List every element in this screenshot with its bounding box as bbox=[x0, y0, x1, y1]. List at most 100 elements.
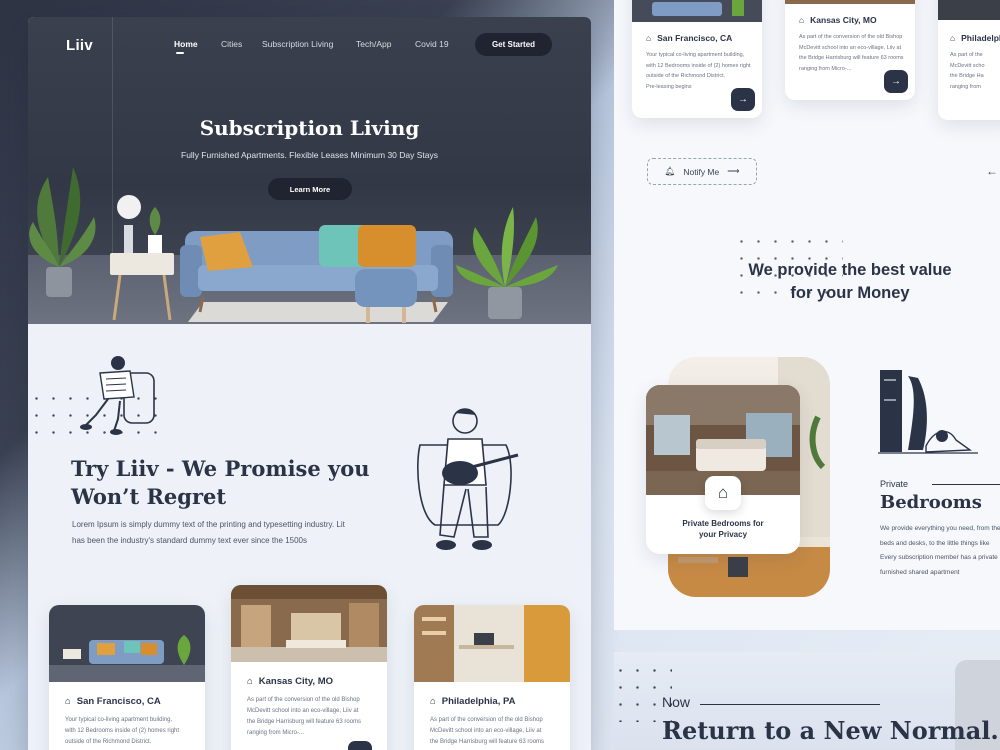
nav-subscription-living[interactable]: Subscription Living bbox=[262, 39, 333, 49]
card-city-label: ⌂ Philadelph bbox=[950, 33, 1000, 43]
promise-title-line1: Try Liiv - We Promise you bbox=[71, 456, 370, 481]
home-icon: ⌂ bbox=[799, 15, 805, 25]
city-card-san-francisco[interactable]: ⌂ San Francisco, CA Your typical co-livi… bbox=[632, 0, 762, 118]
brand-logo[interactable]: Liiv bbox=[66, 37, 93, 54]
card-description-line: McDevitt school into an eco-village, Lii… bbox=[430, 728, 542, 734]
nav-cities[interactable]: Cities bbox=[221, 39, 242, 49]
bedrooms-description-line: Every subscription member has a private bbox=[880, 554, 998, 561]
privacy-caption: Private Bedrooms for your Privacy bbox=[646, 518, 800, 540]
guitar-man-illustration bbox=[417, 408, 519, 550]
card-city-name: Kansas City, MO bbox=[258, 676, 334, 687]
landing-page-left: Liiv Home Cities Subscription Living Tec… bbox=[28, 17, 591, 750]
card-image-study-room bbox=[414, 605, 570, 682]
dot-pattern bbox=[612, 662, 672, 722]
get-started-button[interactable]: Get Started bbox=[475, 33, 552, 56]
card-city-name: San Francisco, CA bbox=[657, 33, 733, 43]
hero-title: Subscription Living bbox=[199, 116, 420, 140]
home-icon: ⌂ bbox=[65, 696, 71, 707]
card-description-line: As part of the bbox=[950, 52, 983, 58]
nav-active-indicator bbox=[176, 52, 184, 54]
new-normal-title: Return to a New Normal. bbox=[662, 716, 999, 745]
bedrooms-description-line: beds and desks, to the little things lik… bbox=[880, 539, 990, 547]
card-description-line: the Bridge Harrisburg will feature 63 ro… bbox=[247, 719, 362, 725]
city-card-philadelphia[interactable]: ⌂ Philadelphia, PA As part of the conver… bbox=[414, 605, 570, 750]
card-description: Your typical co-living apartment buildin… bbox=[65, 715, 179, 748]
card-image-living-room bbox=[632, 0, 762, 22]
card-image-study-room bbox=[938, 0, 1000, 20]
bedrooms-description-line: We provide everything you need, from the bbox=[880, 525, 1000, 532]
card-description-line: the Bridge Harrisburg will feature 63 ro… bbox=[799, 55, 904, 61]
promise-body-line2: has been the industry's standard dummy t… bbox=[72, 536, 307, 545]
card-city-label: ⌂ San Francisco, CA bbox=[646, 33, 732, 43]
card-city-label: ⌂ San Francisco, CA bbox=[65, 696, 161, 707]
card-city-name: Philadelphia, PA bbox=[441, 696, 516, 707]
private-bedrooms-card[interactable]: ⌂ Private Bedrooms for your Privacy bbox=[646, 385, 800, 554]
value-title: We provide the best value for your Money bbox=[700, 259, 1000, 305]
home-icon: ⌂ bbox=[705, 476, 741, 510]
card-arrow-button[interactable]: → bbox=[348, 741, 372, 750]
card-description: As part of the conversion of the old Bis… bbox=[799, 32, 904, 74]
card-description-line: McDevitt scho bbox=[950, 62, 985, 69]
card-description-line: As part of the conversion of the old Bis… bbox=[799, 34, 903, 40]
private-divider bbox=[932, 484, 1000, 485]
home-icon: ⌂ bbox=[247, 676, 253, 687]
home-icon: ⌂ bbox=[646, 33, 652, 43]
card-arrow-button[interactable]: → bbox=[731, 88, 755, 111]
relaxing-person-illustration bbox=[878, 370, 978, 454]
card-description: As part of the conversion of the old Bis… bbox=[430, 715, 544, 748]
notify-me-button[interactable]: 🔔︎ Notify Me ⟶ bbox=[647, 158, 757, 185]
promise-body-line1: Lorem Ipsum is simply dummy text of the … bbox=[72, 520, 345, 529]
card-description: Your typical co-living apartment buildin… bbox=[646, 50, 751, 92]
bedrooms-title: Bedrooms bbox=[880, 492, 982, 513]
privacy-caption-line1: Private Bedrooms for bbox=[682, 519, 764, 528]
city-card-kansas-city[interactable]: ⌂ Kansas City, MO As part of the convers… bbox=[231, 585, 387, 750]
card-image-living-room bbox=[49, 605, 205, 682]
card-description: As part of the conversion of the old Bis… bbox=[247, 695, 361, 739]
city-card-philadelphia[interactable]: ⌂ Philadelph As part of the McDevitt sch… bbox=[938, 0, 1000, 120]
home-icon: ⌂ bbox=[950, 33, 956, 43]
card-description-line: outside of the Richmond District. bbox=[65, 739, 152, 745]
arrow-right-icon: → bbox=[891, 76, 901, 87]
card-description-line: with 12 Bedrooms inside of (2) homes rig… bbox=[65, 728, 180, 734]
card-description-line: As part of the conversion of the old Bis… bbox=[430, 717, 543, 723]
carousel-prev-icon[interactable]: ← bbox=[986, 164, 998, 178]
city-card-san-francisco[interactable]: ⌂ San Francisco, CA Your typical co-livi… bbox=[49, 605, 205, 750]
card-city-name: Philadelph bbox=[961, 33, 1000, 43]
card-description-line: Your typical co-living apartment buildin… bbox=[65, 717, 173, 723]
card-description-line: outside of the Richmond District. bbox=[646, 73, 726, 79]
card-image-dining-room bbox=[785, 0, 915, 4]
card-description-line: ranging from bbox=[950, 83, 981, 90]
card-description-line: McDevitt school into an eco-village, Lii… bbox=[799, 44, 902, 51]
card-description-line: As part of the conversion of the old Bis… bbox=[247, 697, 360, 703]
card-description-line: Your typical co-living apartment buildin… bbox=[646, 52, 745, 58]
card-city-label: ⌂ Philadelphia, PA bbox=[430, 696, 515, 707]
promise-body: Lorem Ipsum is simply dummy text of the … bbox=[72, 517, 372, 549]
private-label: Private bbox=[880, 479, 909, 489]
bedrooms-description-line: furnished shared apartment bbox=[880, 568, 960, 576]
card-description-line: McDevitt school into an eco-village, Lii… bbox=[247, 708, 359, 714]
privacy-caption-line2: your Privacy bbox=[698, 530, 748, 539]
hero-subtitle: Fully Furnished Apartments. Flexible Lea… bbox=[181, 150, 438, 160]
card-city-label: ⌂ Kansas City, MO bbox=[247, 676, 333, 687]
now-label: Now bbox=[662, 694, 691, 710]
notify-me-label: Notify Me bbox=[683, 166, 720, 177]
nav-covid-19[interactable]: Covid 19 bbox=[415, 39, 449, 49]
learn-more-button[interactable]: Learn More bbox=[268, 178, 352, 200]
card-city-name: Kansas City, MO bbox=[810, 15, 877, 25]
card-arrow-button[interactable]: → bbox=[884, 70, 908, 93]
card-description-line: ranging from Micro-... bbox=[247, 730, 305, 736]
bell-icon: 🔔︎ bbox=[664, 166, 676, 176]
arrow-right-icon: ⟶ bbox=[727, 166, 740, 176]
living-room-illustration bbox=[29, 167, 558, 323]
promise-title: Try Liiv - We Promise you Won’t Regret bbox=[71, 455, 371, 511]
card-description-line: with 12 Bedrooms inside of (2) homes rig… bbox=[646, 62, 751, 69]
home-icon: ⌂ bbox=[430, 696, 436, 707]
promise-title-line2: Won’t Regret bbox=[71, 484, 227, 509]
card-city-label: ⌂ Kansas City, MO bbox=[799, 15, 877, 25]
value-title-line1: We provide the best value bbox=[748, 261, 952, 279]
nav-home[interactable]: Home bbox=[174, 39, 198, 49]
nav-tech-app[interactable]: Tech/App bbox=[356, 39, 391, 49]
arrow-right-icon: → bbox=[738, 94, 748, 105]
city-card-kansas-city[interactable]: ⌂ Kansas City, MO As part of the convers… bbox=[785, 0, 915, 100]
card-description-line: the Bridge Harrisburg will feature 63 ro… bbox=[430, 739, 545, 745]
